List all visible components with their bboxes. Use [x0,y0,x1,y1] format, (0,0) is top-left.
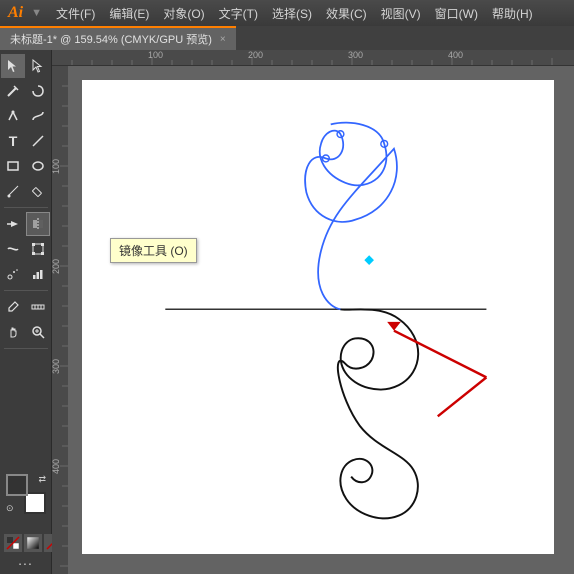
eyedropper-tool[interactable] [1,295,25,319]
svg-text:400: 400 [448,50,463,60]
separator-1 [4,207,48,208]
titlebar: Ai ▼ 文件(F) 编辑(E) 对象(O) 文字(T) 选择(S) 效果(C)… [0,0,574,26]
direct-selection-tool[interactable] [26,54,50,78]
measure-tool[interactable] [26,295,50,319]
tooltip-text: 镜像工具 (O) [119,244,188,258]
tool-group-slice [1,295,50,319]
tool-group-select [1,54,50,78]
menu-effect[interactable]: 效果(C) [320,3,373,24]
menu-window[interactable]: 窗口(W) [429,3,484,24]
default-colors-icon[interactable]: ⊙ [6,503,14,514]
rectangle-tool[interactable] [1,154,25,178]
symbol-sprayer-tool[interactable] [1,262,25,286]
zoom-tool[interactable] [26,320,50,344]
menu-text[interactable]: 文字(T) [213,3,264,24]
rotate-tool[interactable] [1,212,25,236]
ruler-vertical: 100 200 300 400 [52,66,68,574]
gradient-icon[interactable] [24,534,42,552]
tool-tooltip: 镜像工具 (O) [110,238,197,263]
toolbar: T [0,50,52,574]
tool-group-transform [1,212,50,236]
canvas-area[interactable]: 100 200 300 400 [52,50,574,574]
swap-colors-icon[interactable]: ⇄ [38,474,46,485]
svg-text:300: 300 [52,359,61,374]
svg-text:200: 200 [248,50,263,60]
type-tool[interactable]: T [1,129,25,153]
menu-select[interactable]: 选择(S) [266,3,318,24]
svg-text:100: 100 [52,159,61,174]
color-area: ⊙ ⇄ [6,474,46,514]
separator-3 [4,348,48,349]
column-graph-tool[interactable] [26,262,50,286]
paintbrush-tool[interactable] [1,179,25,203]
selection-tool[interactable] [1,54,25,78]
tool-group-brush [1,179,50,203]
tab-close-button[interactable]: × [220,34,226,45]
curvature-tool[interactable] [26,104,50,128]
tabbar: 未标题-1* @ 159.54% (CMYK/GPU 预览) × [0,26,574,50]
more-tools-button[interactable]: ... [18,552,33,568]
line-segment-tool[interactable] [26,129,50,153]
warp-tool[interactable] [1,237,25,261]
main-layout: T [0,50,574,574]
ellipse-tool[interactable] [26,154,50,178]
active-tab[interactable]: 未标题-1* @ 159.54% (CMYK/GPU 预览) × [0,26,236,50]
fill-stroke-indicator[interactable]: ⊙ ⇄ [6,474,46,514]
tab-title: 未标题-1* @ 159.54% (CMYK/GPU 预览) [10,31,212,47]
menu-file[interactable]: 文件(F) [50,3,101,24]
artboard [82,80,554,554]
magic-wand-tool[interactable] [1,79,25,103]
tool-group-symbol [1,262,50,286]
menu-edit[interactable]: 编辑(E) [103,3,155,24]
menu-view[interactable]: 视图(V) [375,3,427,24]
tool-group-warp [1,237,50,261]
pencil-tool[interactable] [26,179,50,203]
color-mode-icon[interactable] [4,534,22,552]
lasso-tool[interactable] [26,79,50,103]
fill-color-box[interactable] [6,474,28,496]
svg-text:400: 400 [52,459,61,474]
tool-group-blend [1,320,50,344]
tool-group-type: T [1,129,50,153]
tool-group-lasso [1,79,50,103]
svg-text:100: 100 [148,50,163,60]
hand-tool[interactable] [1,320,25,344]
tool-group-pen [1,104,50,128]
separator-2 [4,290,48,291]
pen-tool[interactable] [1,104,25,128]
menu-object[interactable]: 对象(O) [157,3,210,24]
ruler-horizontal: 100 200 300 400 [52,50,574,66]
free-transform-tool[interactable] [26,237,50,261]
app-logo: Ai [8,4,23,22]
menu-help[interactable]: 帮助(H) [486,3,539,24]
reflect-tool[interactable] [26,212,50,236]
tool-group-shape [1,154,50,178]
svg-text:200: 200 [52,259,61,274]
svg-text:300: 300 [348,50,363,60]
menu-bar: 文件(F) 编辑(E) 对象(O) 文字(T) 选择(S) 效果(C) 视图(V… [50,3,539,24]
